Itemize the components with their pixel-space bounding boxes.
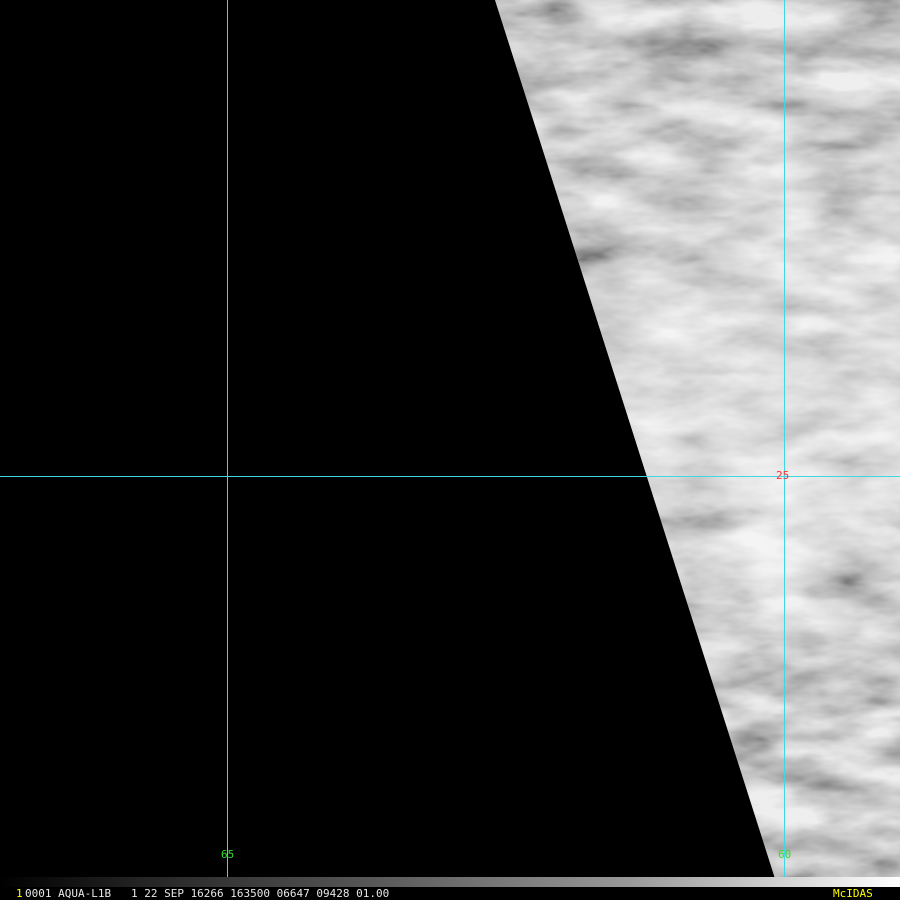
mcidas-logo: McIDAS xyxy=(833,887,873,900)
latitude-label-25: 25 xyxy=(776,469,790,482)
satellite-image-viewer: 25 65 60 1 0001 AQUA-L1B 1 22 SEP 16266 … xyxy=(0,0,900,900)
longitude-label-65: 65 xyxy=(221,848,235,861)
status-row: 1 0001 AQUA-L1B 1 22 SEP 16266 163500 06… xyxy=(0,887,900,900)
longitude-gridline-60 xyxy=(784,0,785,888)
latitude-gridline-25 xyxy=(0,476,900,477)
satellite-imagery xyxy=(0,0,900,900)
longitude-gridline-65 xyxy=(227,0,228,888)
grayscale-ramp xyxy=(0,877,900,887)
longitude-label-60: 60 xyxy=(778,848,792,861)
frame-number: 1 xyxy=(16,887,23,900)
status-bar: 1 0001 AQUA-L1B 1 22 SEP 16266 163500 06… xyxy=(0,877,900,900)
image-info: 0001 AQUA-L1B 1 22 SEP 16266 163500 0664… xyxy=(25,887,390,900)
